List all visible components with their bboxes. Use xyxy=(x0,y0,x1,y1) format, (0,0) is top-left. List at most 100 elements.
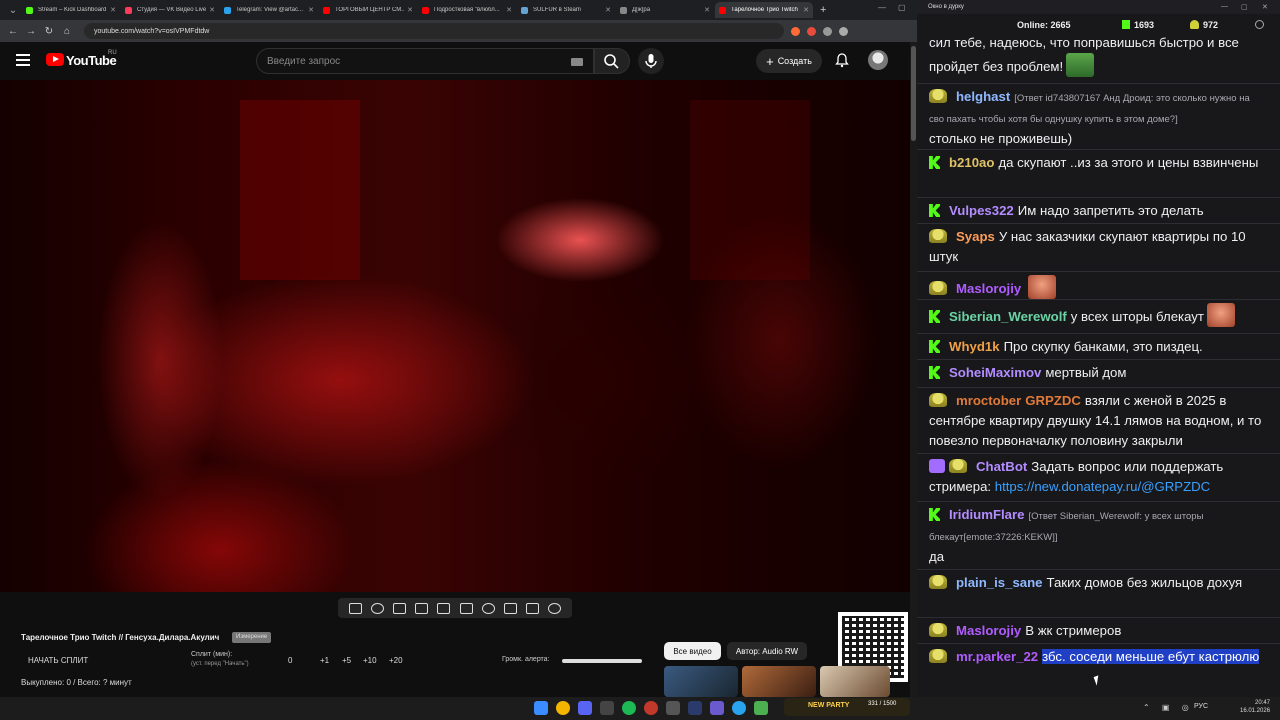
tab-close-icon[interactable]: ✕ xyxy=(605,6,611,14)
clip-icon[interactable] xyxy=(415,602,429,614)
browser-tab[interactable]: Д[ж]ра ✕ xyxy=(616,2,714,18)
app-icon[interactable] xyxy=(754,701,768,715)
settings-icon[interactable] xyxy=(1255,20,1264,29)
start-icon[interactable] xyxy=(534,701,548,715)
language-indicator[interactable]: РУС xyxy=(1194,703,1208,710)
telegram-icon[interactable] xyxy=(732,701,746,715)
tab-close-icon[interactable]: ✕ xyxy=(308,6,314,14)
app-icon[interactable] xyxy=(600,701,614,715)
forward-icon[interactable]: → xyxy=(22,26,40,37)
keyboard-icon[interactable] xyxy=(571,58,583,66)
avatar[interactable] xyxy=(868,50,888,70)
start-split-button[interactable]: НАЧАТЬ СПЛИТ xyxy=(28,656,88,665)
video-player[interactable] xyxy=(0,80,910,592)
address-bar-row: ← → ↻ ⌂ youtube.com/watch?v=osIVPMFdtdw xyxy=(0,20,917,42)
chat-mention[interactable]: GRPZDC xyxy=(1025,393,1081,408)
speed-icon[interactable] xyxy=(392,602,406,614)
discord-icon[interactable] xyxy=(578,701,592,715)
chip-all-videos[interactable]: Все видео xyxy=(664,642,721,660)
chat-username[interactable]: Vulpes322 xyxy=(949,203,1014,218)
tab-close-icon[interactable]: ✕ xyxy=(506,6,512,14)
alert-volume-slider[interactable] xyxy=(562,659,642,663)
extensions-icon[interactable] xyxy=(823,26,832,36)
scrollbar-thumb[interactable] xyxy=(911,46,916,141)
chat-username[interactable]: mr.parker_22 xyxy=(956,649,1038,664)
search-input[interactable]: Введите запрос xyxy=(256,48,594,74)
spotify-icon[interactable] xyxy=(622,701,636,715)
chat-username[interactable]: helghast xyxy=(956,89,1010,104)
extension-icon[interactable] xyxy=(807,26,816,36)
tab-close-icon[interactable]: ✕ xyxy=(704,6,710,14)
split-step-button[interactable]: +10 xyxy=(363,656,377,665)
chat-username[interactable]: mroctober xyxy=(956,393,1021,408)
clock[interactable]: 20:47 16.01.2026 xyxy=(1240,699,1270,715)
minimize-icon[interactable]: — xyxy=(1221,3,1228,10)
browser-tab[interactable]: Stream – Kick Dashboard ✕ xyxy=(22,2,120,18)
chat-username[interactable]: SoheiMaximov xyxy=(949,365,1041,380)
maximize-icon[interactable]: ▢ xyxy=(898,3,906,12)
browser-tab[interactable]: Telegram: View @artac... ✕ xyxy=(220,2,318,18)
tab-close-icon[interactable]: ✕ xyxy=(209,6,215,14)
maximize-icon[interactable]: ▢ xyxy=(1241,3,1248,11)
steam-icon[interactable] xyxy=(688,701,702,715)
browser-tab[interactable]: Тарелочное Трио Twitch ✕ xyxy=(715,2,813,18)
audio-icon[interactable] xyxy=(370,602,384,614)
speedometer-icon[interactable] xyxy=(481,602,495,614)
pip-icon[interactable] xyxy=(437,602,451,614)
chat-username[interactable]: Maslorojiy xyxy=(956,623,1021,638)
close-icon[interactable]: ✕ xyxy=(1262,3,1268,11)
chat-username[interactable]: plain_is_sane xyxy=(956,575,1043,590)
app-icon[interactable] xyxy=(710,701,724,715)
menu-icon[interactable] xyxy=(16,54,30,66)
browser-tab[interactable]: SULFUR в Steam ✕ xyxy=(517,2,615,18)
tab-search-icon[interactable]: ⌄ xyxy=(4,5,22,16)
chat-username[interactable]: Whyd1k xyxy=(949,339,1000,354)
page-scrollbar[interactable] xyxy=(910,42,917,697)
split-step-button[interactable]: +5 xyxy=(342,656,351,665)
video-thumbnail[interactable] xyxy=(820,666,890,697)
app-icon[interactable] xyxy=(666,701,680,715)
bell-icon[interactable] xyxy=(834,52,850,68)
chat-message: Syaps У нас заказчики скупают квартиры по… xyxy=(929,227,1264,267)
browser-tab[interactable]: Студия — VK Видео Live ✕ xyxy=(121,2,219,18)
new-tab-button[interactable]: + xyxy=(820,4,826,16)
create-button[interactable]: + Создать xyxy=(756,49,822,73)
extension-icon[interactable] xyxy=(791,26,800,36)
theater-icon[interactable] xyxy=(459,602,473,614)
back-icon[interactable]: ← xyxy=(4,26,22,37)
split-step-button[interactable]: +20 xyxy=(389,656,403,665)
video-thumbnail[interactable] xyxy=(664,666,738,697)
chat-username[interactable]: b210ao xyxy=(949,155,994,170)
chat-username[interactable]: Siberian_Werewolf xyxy=(949,309,1067,324)
tab-close-icon[interactable]: ✕ xyxy=(803,6,809,14)
chip-author[interactable]: Автор: Audio RW xyxy=(727,642,807,660)
browser-tab[interactable]: ТОРГОВЫЙ ЦЕНТР СМ... ✕ xyxy=(319,2,417,18)
video-thumbnail[interactable] xyxy=(742,666,816,697)
chat-username[interactable]: ChatBot xyxy=(976,459,1027,474)
tab-close-icon[interactable]: ✕ xyxy=(407,6,413,14)
chat-username[interactable]: Maslorojiy xyxy=(956,281,1021,296)
browser-tab[interactable]: Подростковая "влюбл... ✕ xyxy=(418,2,516,18)
tab-close-icon[interactable]: ✕ xyxy=(110,6,116,14)
chat-text: Про скупку банками, это пиздец. xyxy=(1003,339,1203,354)
loop-icon[interactable] xyxy=(348,602,362,614)
gear-icon[interactable] xyxy=(548,602,562,614)
home-icon[interactable]: ⌂ xyxy=(58,26,76,37)
chat-username[interactable]: IridiumFlare xyxy=(949,507,1024,522)
profile-icon[interactable] xyxy=(839,26,848,36)
mic-button[interactable] xyxy=(638,48,664,74)
chat-username[interactable]: Syaps xyxy=(956,229,995,244)
split-step-button[interactable]: +1 xyxy=(320,656,329,665)
screenshot-icon[interactable] xyxy=(526,602,540,614)
emote-icon xyxy=(1028,275,1057,299)
obs-icon[interactable] xyxy=(644,701,658,715)
donate-link[interactable]: https://new.donatepay.ru/@GRPZDC xyxy=(995,479,1210,494)
reload-icon[interactable]: ↻ xyxy=(40,26,58,37)
url-field[interactable]: youtube.com/watch?v=osIVPMFdtdw xyxy=(84,23,784,39)
add-icon[interactable] xyxy=(503,602,517,614)
minimize-icon[interactable]: — xyxy=(878,3,886,12)
youtube-logo-icon[interactable] xyxy=(46,53,64,66)
tray-icons[interactable]: ⌃ ▣ ◎ xyxy=(1143,703,1194,712)
chrome-icon[interactable] xyxy=(556,701,570,715)
search-button[interactable] xyxy=(594,48,630,74)
